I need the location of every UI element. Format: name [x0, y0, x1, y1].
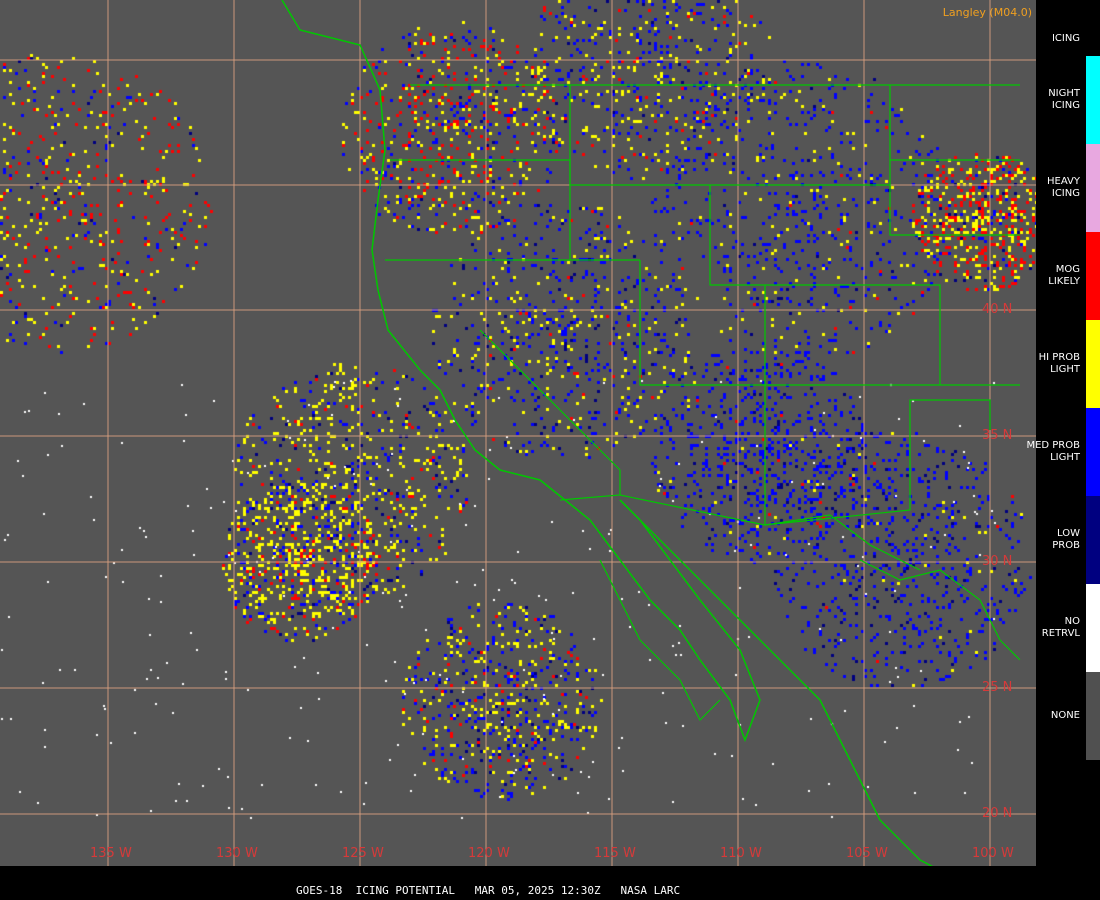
legend-item: MED PROB LIGHT	[1026, 408, 1100, 496]
legend-item: NONE	[1036, 672, 1100, 760]
baja-coast	[599, 559, 721, 722]
legend-label: HEAVY ICING	[1047, 176, 1080, 199]
legend-label: HI PROB LIGHT	[1038, 352, 1080, 375]
latitude-label: 35 N	[982, 428, 1013, 443]
latitude-label: 20 N	[982, 806, 1013, 821]
longitude-label: 115 W	[594, 846, 636, 861]
state-border	[390, 159, 1020, 236]
legend-item: HI PROB LIGHT	[1036, 320, 1100, 408]
legend-label: MED PROB LIGHT	[1026, 440, 1080, 463]
longitude-label: 105 W	[846, 846, 888, 861]
footer-text: GOES-18 ICING POTENTIAL MAR 05, 2025 12:…	[296, 884, 681, 897]
longitude-label: 135 W	[90, 846, 132, 861]
satellite-map: Langley (M04.0) 40 N 35 N 30 N 25 N 20 N 135 …	[0, 0, 1036, 866]
legend-label: NO RETRVL	[1041, 616, 1080, 639]
coastline	[281, 0, 761, 743]
coastline-mainland	[619, 499, 934, 866]
legend-swatch	[1086, 144, 1100, 232]
legend-item: MOG LIKELY	[1036, 232, 1100, 320]
legend-swatch	[1086, 56, 1100, 144]
longitude-label: 100 W	[972, 846, 1014, 861]
legend-item: HEAVY ICING	[1036, 144, 1100, 232]
legend-label: LOW PROB	[1052, 528, 1080, 551]
state-border	[764, 285, 991, 526]
latitude-label: 25 N	[982, 680, 1013, 695]
legend-swatch	[1086, 232, 1100, 320]
legend-swatch	[1086, 320, 1100, 408]
state-border	[709, 185, 941, 385]
state-border	[639, 260, 1020, 386]
longitude-label: 125 W	[342, 846, 384, 861]
legend-item: NIGHT ICING	[1036, 56, 1100, 144]
latitude-label: 30 N	[982, 554, 1013, 569]
legend-label: MOG LIKELY	[1048, 264, 1080, 287]
latitude-label: 40 N	[982, 302, 1013, 317]
state-border	[479, 329, 621, 501]
map-overlay	[0, 0, 1036, 866]
longitude-label: 110 W	[720, 846, 762, 861]
legend-label: NIGHT ICING	[1048, 88, 1080, 111]
legend-panel: ICING NIGHT ICING HEAVY ICING MOG LIKELY HI…	[1026, 0, 1100, 900]
legend-swatch	[1086, 408, 1100, 496]
legend-swatch	[1086, 496, 1100, 584]
legend-swatch	[1086, 672, 1100, 760]
legend-item: NO RETRVL	[1036, 584, 1100, 672]
credit-label: Langley (M04.0)	[942, 6, 1032, 19]
longitude-label: 120 W	[468, 846, 510, 861]
state-border	[619, 494, 921, 571]
longitude-label: 130 W	[216, 846, 258, 861]
legend-swatch	[1086, 584, 1100, 672]
legend-item: LOW PROB	[1036, 496, 1100, 584]
gulf-coast	[859, 559, 1021, 661]
legend-label: NONE	[1050, 710, 1080, 721]
legend-title: ICING	[1051, 33, 1081, 44]
